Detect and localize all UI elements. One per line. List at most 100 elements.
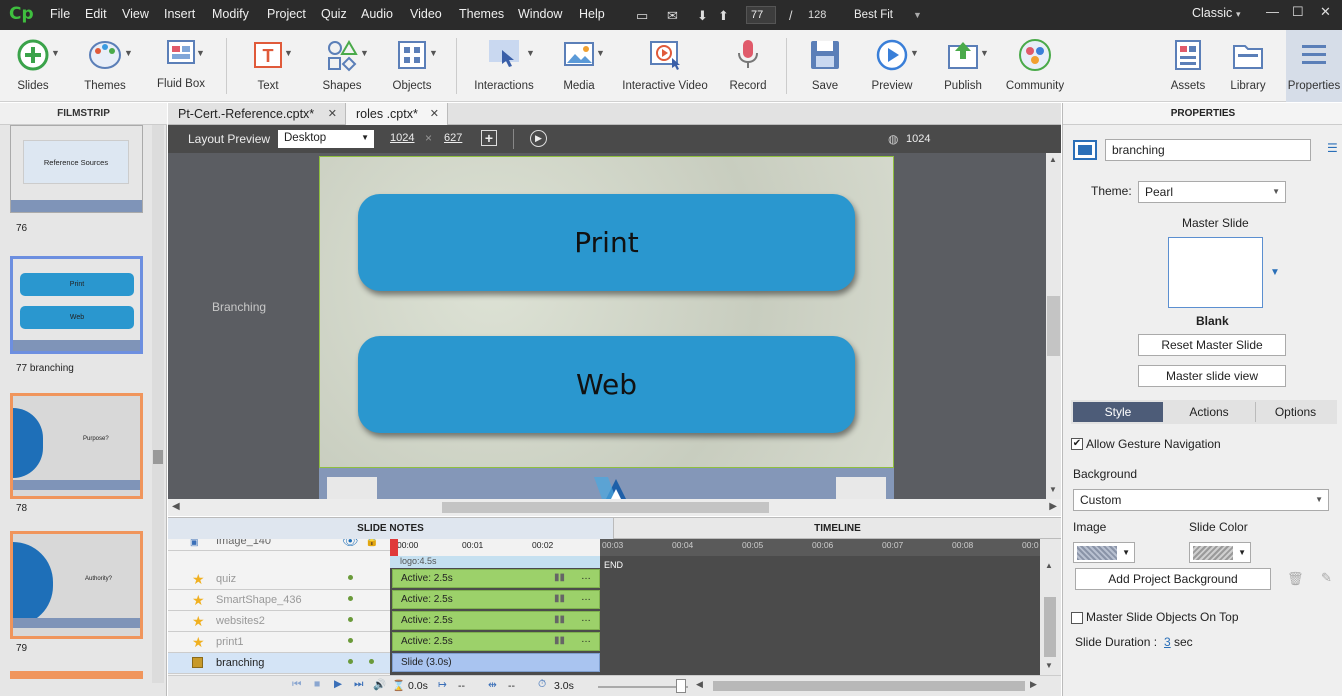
top-track-bar[interactable]: logo:4.5s [390, 556, 600, 568]
scroll-down-icon[interactable]: ▼ [1049, 485, 1057, 494]
menu-modify[interactable]: Modify [212, 7, 249, 21]
preview-button[interactable]: ▼ Preview [862, 30, 922, 102]
menu-quiz[interactable]: Quiz [321, 7, 347, 21]
play-icon[interactable]: ▶ [530, 130, 547, 147]
arrow-up-icon[interactable]: ⬆ [718, 8, 729, 24]
background-select[interactable]: Custom ▼ [1073, 489, 1329, 511]
themes-button[interactable]: ▼ Themes [74, 30, 136, 102]
width-value[interactable]: 1024 [390, 132, 414, 144]
more-icon[interactable]: … [581, 592, 591, 603]
community-button[interactable]: Community [1004, 30, 1066, 102]
master-view-button[interactable]: Master slide view [1138, 365, 1286, 387]
tab-actions[interactable]: Actions [1163, 402, 1255, 422]
playhead[interactable] [390, 539, 398, 556]
timeline-vertical-scrollbar[interactable]: ▲ ▼ [1040, 539, 1061, 675]
menu-project[interactable]: Project [267, 7, 306, 21]
layer-row-selected[interactable]: branching [168, 653, 390, 674]
web-button[interactable]: Web [358, 336, 855, 433]
save-button[interactable]: Save [800, 30, 850, 102]
fluid-box-button[interactable]: ▼ Fluid Box [148, 30, 214, 102]
add-breakpoint-icon[interactable]: + [481, 130, 497, 146]
timeline-bar[interactable]: Active: 2.5s ▮▮… [392, 611, 600, 630]
layer-row[interactable]: ▣ Image_140 👁 🔒 [168, 539, 390, 551]
close-icon[interactable]: ✕ [430, 103, 439, 125]
menu-audio[interactable]: Audio [361, 7, 393, 21]
slide-thumb-79[interactable]: Authority? [10, 531, 143, 639]
home-icon[interactable] [584, 473, 644, 499]
image-picker[interactable]: ▼ [1073, 542, 1135, 563]
menu-video[interactable]: Video [410, 7, 442, 21]
scroll-left-icon[interactable]: ◀ [696, 679, 703, 690]
visibility-dot[interactable] [348, 638, 353, 643]
tab-options[interactable]: Options [1255, 402, 1335, 422]
more-icon[interactable]: … [581, 571, 591, 582]
visibility-dot[interactable] [348, 596, 353, 601]
interactions-button[interactable]: ▼ Interactions [468, 30, 540, 102]
theme-select[interactable]: Pearl ▼ [1138, 181, 1286, 203]
reset-master-button[interactable]: Reset Master Slide [1138, 334, 1286, 356]
scroll-thumb[interactable] [1044, 597, 1056, 657]
slide-duration-input[interactable]: 3 [1164, 635, 1171, 649]
more-options-icon[interactable]: ☰ [1327, 141, 1338, 155]
audio-icon[interactable]: 🔊 [373, 678, 386, 691]
tab-timeline[interactable]: TIMELINE [613, 518, 1061, 539]
slides-button[interactable]: ▼ Slides [4, 30, 62, 102]
layer-row[interactable]: ★ print1 [168, 632, 390, 653]
lock-icon[interactable]: 🔒 [365, 539, 379, 547]
slide-thumb-76[interactable]: Reference Sources [10, 125, 143, 213]
layer-row[interactable]: ★ websites2 [168, 611, 390, 632]
slide[interactable]: Print Web [319, 156, 894, 468]
gesture-checkbox[interactable]: ✔ [1071, 438, 1083, 450]
menu-view[interactable]: View [122, 7, 149, 21]
shapes-button[interactable]: ▼ Shapes [312, 30, 372, 102]
next-arrow[interactable] [836, 477, 886, 499]
maximize-icon[interactable]: ☐ [1292, 4, 1304, 20]
stage-horizontal-scrollbar[interactable]: ◀ ▶ [168, 499, 1061, 516]
scroll-right-icon[interactable]: ▶ [1030, 679, 1037, 690]
play-icon[interactable]: ▶ [334, 678, 342, 690]
slide-color-picker[interactable]: ▼ [1189, 542, 1251, 563]
text-button[interactable]: T ▼ Text [240, 30, 296, 102]
name-field[interactable]: branching [1105, 139, 1311, 161]
tab-roles[interactable]: roles .cptx* ✕ [346, 103, 448, 125]
lock-dot[interactable] [369, 659, 374, 664]
timeline-scroll-thumb[interactable] [713, 681, 1025, 691]
slide-thumb-80-partial[interactable] [10, 671, 143, 679]
trash-icon[interactable]: 🗑 [1287, 571, 1304, 587]
filmstrip-scrollbar[interactable] [152, 125, 164, 683]
stage-vertical-scrollbar[interactable]: ▲ ▼ [1046, 153, 1061, 499]
media-button[interactable]: ▼ Media [552, 30, 606, 102]
master-slide-preview[interactable] [1168, 237, 1263, 308]
ruler-handle-icon[interactable]: ◍ [888, 132, 898, 146]
minimize-icon[interactable]: — [1266, 4, 1279, 19]
device-select[interactable]: Desktop ▼ [278, 130, 374, 148]
interactive-video-button[interactable]: Interactive Video [618, 30, 712, 102]
scroll-left-icon[interactable]: ◀ [172, 501, 180, 512]
arrow-down-icon[interactable]: ⬇ [697, 8, 708, 24]
mail-icon[interactable]: ✉ [667, 8, 678, 24]
publish-button[interactable]: ▼ Publish [934, 30, 992, 102]
menu-edit[interactable]: Edit [85, 7, 107, 21]
eye-icon[interactable]: 👁 [342, 539, 359, 549]
layer-row[interactable]: ★ SmartShape_436 [168, 590, 390, 611]
edit-icon[interactable]: ✎ [1321, 570, 1332, 586]
visibility-dot[interactable] [348, 575, 353, 580]
zoom-slider[interactable] [598, 686, 688, 688]
timeline-bar[interactable]: Active: 2.5s ▮▮… [392, 632, 600, 651]
forward-icon[interactable]: ⏭ [354, 678, 363, 691]
menu-help[interactable]: Help [579, 7, 605, 21]
print-button[interactable]: Print [358, 194, 855, 291]
tab-pt-cert[interactable]: Pt-Cert.-Reference.cptx* ✕ [168, 103, 346, 125]
workspace-select[interactable]: Classic [1192, 6, 1232, 20]
slide-thumb-77[interactable]: Print Web [10, 256, 143, 354]
chevron-down-icon[interactable]: ▼ [913, 10, 922, 20]
tab-style[interactable]: Style [1073, 402, 1163, 422]
scroll-thumb[interactable] [1047, 296, 1060, 356]
zoom-select[interactable]: Best Fit [854, 9, 893, 21]
library-button[interactable]: Library [1222, 30, 1274, 102]
properties-button[interactable]: Properties [1286, 30, 1342, 102]
tab-slide-notes[interactable]: SLIDE NOTES [168, 518, 613, 539]
scroll-right-icon[interactable]: ▶ [1049, 501, 1057, 512]
scroll-up-icon[interactable]: ▲ [1045, 561, 1053, 570]
zoom-slider-handle[interactable] [676, 679, 686, 693]
